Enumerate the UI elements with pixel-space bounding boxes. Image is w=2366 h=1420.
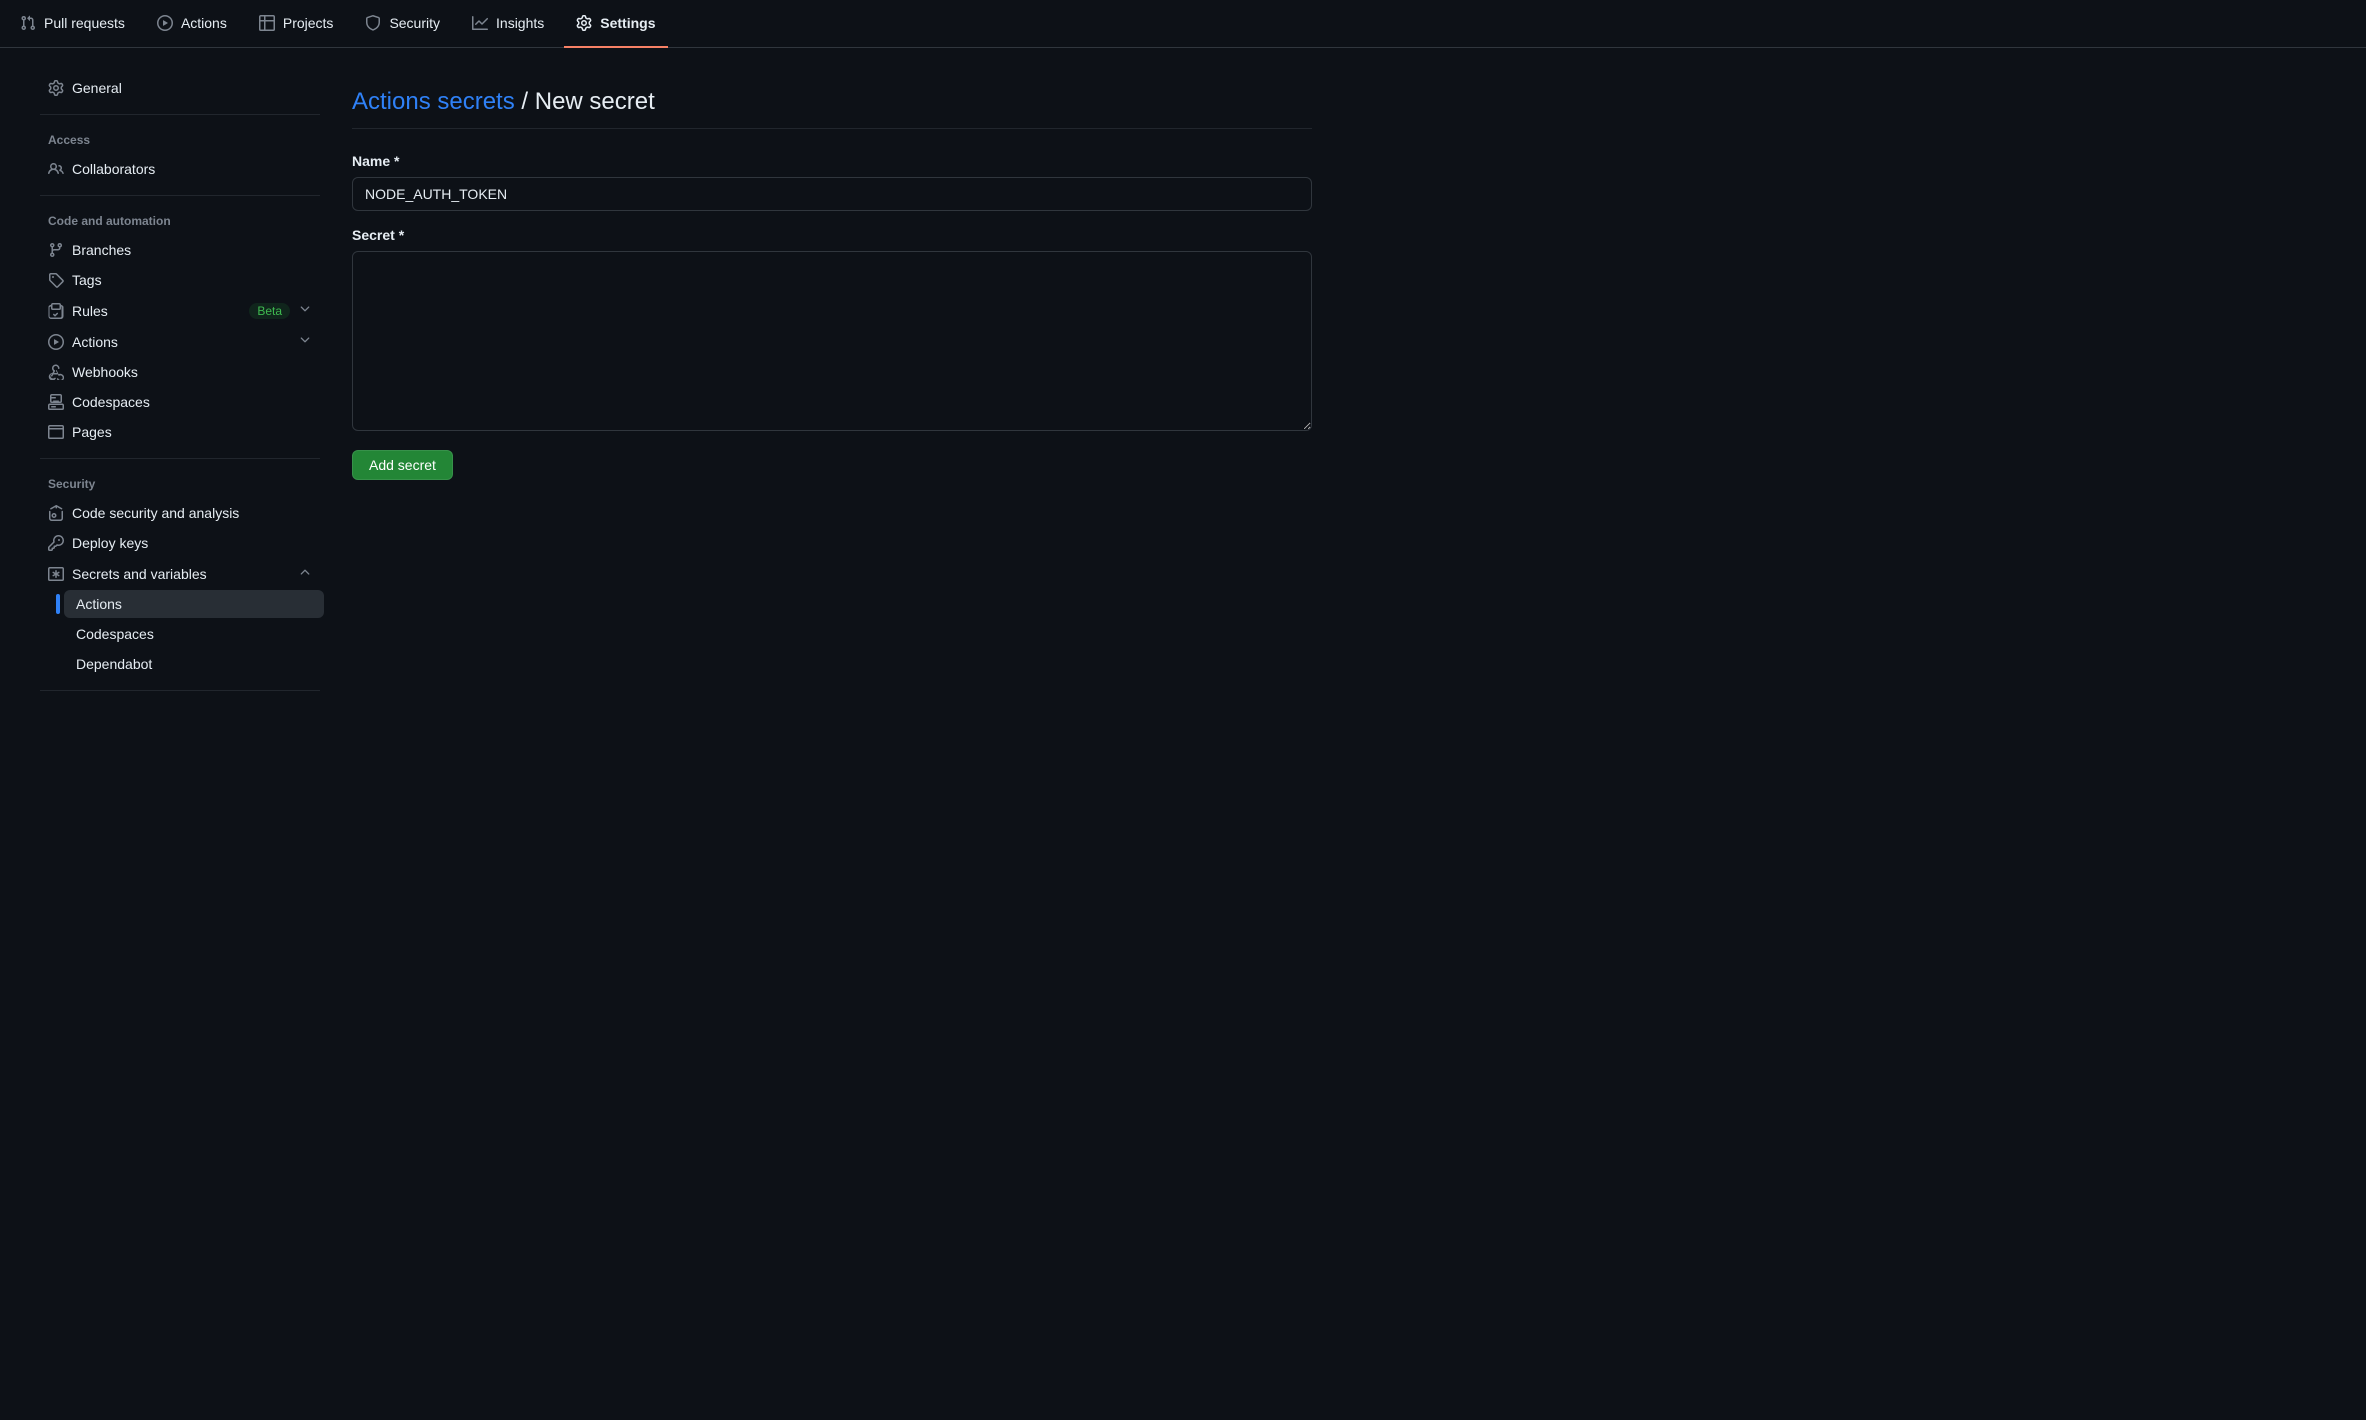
sidebar-subitem-dependabot[interactable]: Dependabot (64, 650, 324, 678)
tab-label: Security (389, 15, 440, 31)
sidebar-item-codespaces[interactable]: Codespaces (36, 388, 324, 416)
table-icon (259, 15, 275, 31)
main-content: Actions secrets / New secret Name * Secr… (352, 72, 1312, 480)
divider (40, 690, 320, 691)
tag-icon (48, 272, 64, 288)
key-icon (48, 535, 64, 551)
secret-label: Secret * (352, 227, 1312, 243)
sidebar-item-code-security[interactable]: Code security and analysis (36, 499, 324, 527)
browser-icon (48, 424, 64, 440)
name-input[interactable] (352, 177, 1312, 211)
secret-textarea[interactable] (352, 251, 1312, 431)
tab-settings[interactable]: Settings (564, 0, 667, 48)
add-secret-button[interactable]: Add secret (352, 450, 453, 480)
form-group-name: Name * (352, 153, 1312, 211)
tab-label: Insights (496, 15, 544, 31)
key-asterisk-icon (48, 566, 64, 582)
tab-label: Actions (181, 15, 227, 31)
sidebar-item-label: Branches (72, 242, 312, 258)
sidebar-item-label: Tags (72, 272, 312, 288)
page-title: Actions secrets / New secret (352, 88, 1312, 129)
sidebar-item-label: Code security and analysis (72, 505, 312, 521)
sidebar-heading-code-automation: Code and automation (32, 208, 328, 234)
git-pull-request-icon (20, 15, 36, 31)
sidebar-heading-access: Access (32, 127, 328, 153)
breadcrumb-current: New secret (535, 88, 655, 115)
chevron-down-icon (298, 333, 312, 350)
tab-label: Settings (600, 15, 655, 31)
tab-insights[interactable]: Insights (460, 0, 556, 48)
tab-label: Projects (283, 15, 334, 31)
name-label: Name * (352, 153, 1312, 169)
sidebar-submenu-secrets: Actions Codespaces Dependabot (32, 590, 328, 678)
gear-icon (576, 15, 592, 31)
sidebar-item-general[interactable]: General (36, 74, 324, 102)
sidebar-item-actions[interactable]: Actions (36, 327, 324, 356)
breadcrumb-separator: / (521, 88, 528, 115)
tab-actions[interactable]: Actions (145, 0, 239, 48)
codescan-icon (48, 505, 64, 521)
git-branch-icon (48, 242, 64, 258)
settings-sidebar: General Access Collaborators Code and au… (32, 72, 328, 703)
tab-security[interactable]: Security (353, 0, 452, 48)
sidebar-item-label: Secrets and variables (72, 566, 290, 582)
sidebar-item-label: Deploy keys (72, 535, 312, 551)
divider (40, 114, 320, 115)
sidebar-item-label: Codespaces (72, 394, 312, 410)
sidebar-item-label: Codespaces (76, 626, 312, 642)
sidebar-item-label: Pages (72, 424, 312, 440)
sidebar-item-tags[interactable]: Tags (36, 266, 324, 294)
sidebar-item-label: Rules (72, 303, 241, 319)
sidebar-item-collaborators[interactable]: Collaborators (36, 155, 324, 183)
sidebar-heading-security: Security (32, 471, 328, 497)
tab-pull-requests[interactable]: Pull requests (8, 0, 137, 48)
sidebar-item-label: Actions (72, 334, 290, 350)
tab-label: Pull requests (44, 15, 125, 31)
sidebar-item-pages[interactable]: Pages (36, 418, 324, 446)
sidebar-item-webhooks[interactable]: Webhooks (36, 358, 324, 386)
sidebar-item-label: Collaborators (72, 161, 312, 177)
divider (40, 458, 320, 459)
sidebar-item-secrets-variables[interactable]: Secrets and variables (36, 559, 324, 588)
gear-icon (48, 80, 64, 96)
divider (40, 195, 320, 196)
chevron-up-icon (298, 565, 312, 582)
graph-icon (472, 15, 488, 31)
sidebar-item-label: Webhooks (72, 364, 312, 380)
repo-push-icon (48, 303, 64, 319)
breadcrumb-link-actions-secrets[interactable]: Actions secrets (352, 88, 515, 115)
codespaces-icon (48, 394, 64, 410)
tab-projects[interactable]: Projects (247, 0, 346, 48)
chevron-down-icon (298, 302, 312, 319)
beta-badge: Beta (249, 303, 290, 319)
webhook-icon (48, 364, 64, 380)
sidebar-item-rules[interactable]: Rules Beta (36, 296, 324, 325)
sidebar-item-deploy-keys[interactable]: Deploy keys (36, 529, 324, 557)
play-icon (157, 15, 173, 31)
form-group-secret: Secret * (352, 227, 1312, 434)
shield-icon (365, 15, 381, 31)
sidebar-subitem-actions[interactable]: Actions (64, 590, 324, 618)
sidebar-item-label: Dependabot (76, 656, 312, 672)
people-icon (48, 161, 64, 177)
sidebar-subitem-codespaces[interactable]: Codespaces (64, 620, 324, 648)
sidebar-item-label: General (72, 80, 312, 96)
repo-nav: Pull requests Actions Projects Security … (0, 0, 2366, 48)
sidebar-item-branches[interactable]: Branches (36, 236, 324, 264)
sidebar-item-label: Actions (76, 596, 312, 612)
play-icon (48, 334, 64, 350)
